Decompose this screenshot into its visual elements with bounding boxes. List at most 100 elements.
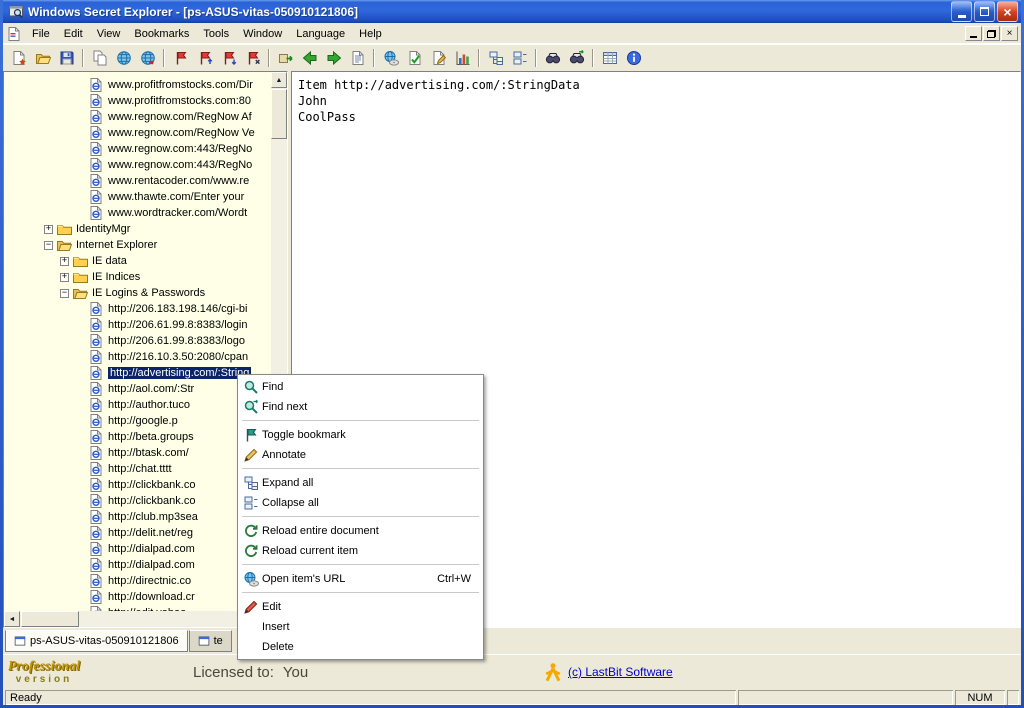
- tree-item[interactable]: www.wordtracker.com/Wordt: [4, 205, 271, 221]
- expand-all-button[interactable]: [484, 47, 507, 69]
- context-menu-item[interactable]: Reload entire document: [240, 521, 481, 541]
- context-menu-item[interactable]: Find: [240, 377, 481, 397]
- tree-item[interactable]: www.regnow.com/RegNow Af: [4, 109, 271, 125]
- tree-item[interactable]: www.profitfromstocks.com:80: [4, 93, 271, 109]
- tree-item[interactable]: http://dialpad.com: [4, 541, 271, 557]
- tree-item[interactable]: http://216.10.3.50:2080/cpan: [4, 349, 271, 365]
- refresh-icon: [240, 543, 262, 559]
- lastbit-link[interactable]: (c) LastBit Software: [568, 665, 673, 679]
- copy-button[interactable]: [88, 47, 111, 69]
- tree-item[interactable]: http://206.61.99.8:8383/login: [4, 317, 271, 333]
- document-tab[interactable]: te: [189, 630, 232, 652]
- context-menu-shortcut: Ctrl+W: [437, 573, 481, 585]
- context-menu-item[interactable]: Reload current item: [240, 541, 481, 561]
- export-button[interactable]: [274, 47, 297, 69]
- validate-button[interactable]: [403, 47, 426, 69]
- annotate-button[interactable]: [346, 47, 369, 69]
- minimize-button[interactable]: [951, 1, 972, 22]
- tree-item[interactable]: http://chat.tttt: [4, 461, 271, 477]
- mdi-restore-button[interactable]: [983, 26, 1000, 41]
- vertical-scroll-thumb[interactable]: [271, 89, 287, 139]
- context-menu-item[interactable]: Delete: [240, 637, 481, 657]
- tree-item[interactable]: www.profitfromstocks.com/Dir: [4, 77, 271, 93]
- tree-item[interactable]: http://clickbank.co: [4, 493, 271, 509]
- find-button[interactable]: [541, 47, 564, 69]
- tree-item[interactable]: http://clickbank.co: [4, 477, 271, 493]
- maximize-button[interactable]: [974, 1, 995, 22]
- menu-file[interactable]: File: [25, 25, 57, 43]
- tree-item[interactable]: −IE Logins & Passwords: [4, 285, 271, 301]
- context-menu-item[interactable]: Annotate: [240, 445, 481, 465]
- edit-item-button[interactable]: [427, 47, 450, 69]
- tree-item[interactable]: http://206.61.99.8:8383/logo: [4, 333, 271, 349]
- save-button[interactable]: [55, 47, 78, 69]
- tree-toggle[interactable]: −: [60, 289, 69, 298]
- tree-toggle[interactable]: −: [44, 241, 53, 250]
- tree-item[interactable]: http://dialpad.com: [4, 557, 271, 573]
- context-menu-item[interactable]: Expand all: [240, 473, 481, 493]
- context-menu-item[interactable]: Find next: [240, 397, 481, 417]
- collapse-all-button[interactable]: [508, 47, 531, 69]
- tree-horizontal-scrollbar[interactable]: ◄ ►: [4, 611, 271, 627]
- tree-item[interactable]: www.rentacoder.com/www.re: [4, 173, 271, 189]
- tree-item[interactable]: +IE Indices: [4, 269, 271, 285]
- menu-language[interactable]: Language: [289, 25, 352, 43]
- next-bookmark-button[interactable]: [217, 47, 240, 69]
- menu-tools[interactable]: Tools: [196, 25, 236, 43]
- toggle-bookmark-button[interactable]: [169, 47, 192, 69]
- document-system-icon[interactable]: [6, 26, 22, 42]
- tree-item[interactable]: −Internet Explorer: [4, 237, 271, 253]
- document-tab[interactable]: ps-ASUS-vitas-050910121806: [5, 630, 188, 652]
- tree-item[interactable]: www.regnow.com:443/RegNo: [4, 157, 271, 173]
- context-menu-item[interactable]: Collapse all: [240, 493, 481, 513]
- tree-item[interactable]: http://delit.net/reg: [4, 525, 271, 541]
- tree-item[interactable]: http://btask.com/: [4, 445, 271, 461]
- tree-item[interactable]: www.regnow.com/RegNow Ve: [4, 125, 271, 141]
- new-document-button[interactable]: [7, 47, 30, 69]
- context-menu-item[interactable]: Insert: [240, 617, 481, 637]
- tree-item[interactable]: +IE data: [4, 253, 271, 269]
- context-menu-item[interactable]: Toggle bookmark: [240, 425, 481, 445]
- back-button[interactable]: [298, 47, 321, 69]
- tree-item[interactable]: http://author.tuco: [4, 397, 271, 413]
- close-button[interactable]: ×: [997, 1, 1018, 22]
- open-file-button[interactable]: [31, 47, 54, 69]
- tree-item[interactable]: http://directnic.co: [4, 573, 271, 589]
- tree-item[interactable]: http://206.183.198.146/cgi-bi: [4, 301, 271, 317]
- tree-item[interactable]: +IdentityMgr: [4, 221, 271, 237]
- mdi-minimize-button[interactable]: [965, 26, 982, 41]
- scroll-up-button[interactable]: ▲: [271, 72, 287, 88]
- titlebar[interactable]: Windows Secret Explorer - [ps-ASUS-vitas…: [3, 0, 1021, 23]
- clear-bookmarks-button[interactable]: [241, 47, 264, 69]
- tree-toggle[interactable]: +: [44, 225, 53, 234]
- sync-web-button[interactable]: [136, 47, 159, 69]
- tree-item[interactable]: http://club.mp3sea: [4, 509, 271, 525]
- horizontal-scroll-thumb[interactable]: [21, 611, 79, 627]
- forward-button[interactable]: [322, 47, 345, 69]
- tree-toggle[interactable]: +: [60, 257, 69, 266]
- menu-bookmarks[interactable]: Bookmarks: [127, 25, 196, 43]
- tree-item[interactable]: www.regnow.com:443/RegNo: [4, 141, 271, 157]
- find-next-button[interactable]: [565, 47, 588, 69]
- menu-view[interactable]: View: [90, 25, 128, 43]
- tree-item[interactable]: http://google.p: [4, 413, 271, 429]
- context-menu-item[interactable]: Edit: [240, 597, 481, 617]
- menu-window[interactable]: Window: [236, 25, 289, 43]
- tree-item[interactable]: http://aol.com/:Str: [4, 381, 271, 397]
- tree-item[interactable]: http://beta.groups: [4, 429, 271, 445]
- tree-item[interactable]: www.thawte.com/Enter your: [4, 189, 271, 205]
- grid-view-button[interactable]: [598, 47, 621, 69]
- menu-edit[interactable]: Edit: [57, 25, 90, 43]
- web-document-button[interactable]: [112, 47, 135, 69]
- tree-item[interactable]: http://advertising.com/:String: [4, 365, 271, 381]
- open-url-button[interactable]: [379, 47, 402, 69]
- mdi-close-button[interactable]: ×: [1001, 26, 1018, 41]
- context-menu-item[interactable]: Open item's URLCtrl+W: [240, 569, 481, 589]
- about-button[interactable]: [622, 47, 645, 69]
- tree-toggle[interactable]: +: [60, 273, 69, 282]
- scroll-left-button[interactable]: ◄: [4, 611, 20, 627]
- tree-item[interactable]: http://download.cr: [4, 589, 271, 605]
- menu-help[interactable]: Help: [352, 25, 389, 43]
- previous-bookmark-button[interactable]: [193, 47, 216, 69]
- report-button[interactable]: [451, 47, 474, 69]
